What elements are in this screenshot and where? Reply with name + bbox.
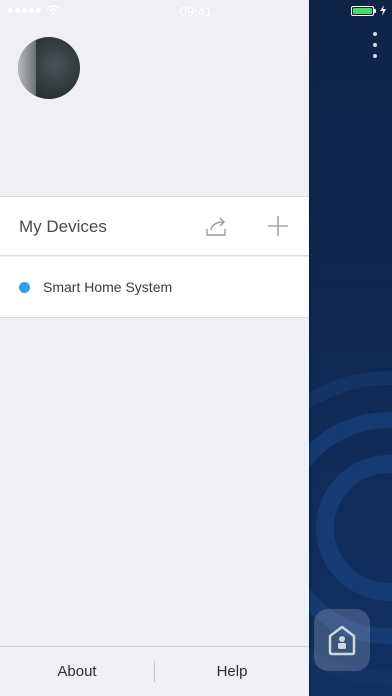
main-panel-background <box>309 0 392 696</box>
about-button[interactable]: About <box>0 647 154 696</box>
home-button[interactable] <box>314 609 370 671</box>
decorative-rings <box>309 371 392 685</box>
drawer-footer: About Help <box>0 646 309 696</box>
kebab-dot <box>373 32 377 36</box>
my-devices-title: My Devices <box>19 217 107 236</box>
plus-icon <box>268 216 288 236</box>
device-status-dot <box>19 282 30 293</box>
my-devices-header: My Devices <box>0 196 309 256</box>
help-button[interactable]: Help <box>155 647 309 696</box>
device-list-item[interactable]: Smart Home System <box>0 257 309 318</box>
share-icon <box>206 217 226 236</box>
status-time: 09:41 <box>179 4 213 19</box>
side-drawer: My Devices Smart Home System About Help <box>0 0 309 696</box>
kebab-dot <box>373 43 377 47</box>
battery-status <box>351 5 386 16</box>
device-name: Smart Home System <box>43 279 173 295</box>
share-button[interactable] <box>203 213 231 239</box>
status-bar: 09:41 <box>0 0 392 22</box>
charging-bolt-icon <box>380 5 386 16</box>
battery-level <box>353 7 372 14</box>
kebab-dot <box>373 54 377 58</box>
more-options-button[interactable] <box>370 32 380 58</box>
home-icon <box>328 625 356 656</box>
add-device-button[interactable] <box>264 212 292 240</box>
avatar-image-edge <box>18 37 36 99</box>
battery-icon <box>351 5 376 16</box>
avatar[interactable] <box>18 37 80 99</box>
